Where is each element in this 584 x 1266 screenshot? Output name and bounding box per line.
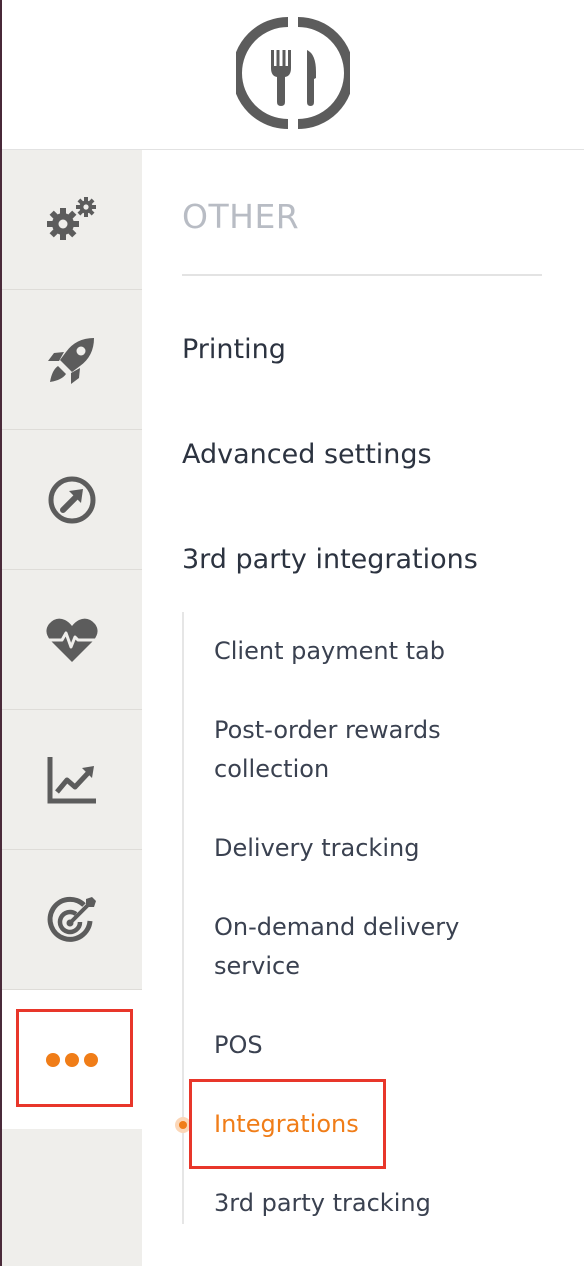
rocket-icon <box>48 337 94 384</box>
submenu-item-integrations[interactable]: Integrations <box>214 1105 514 1144</box>
target-icon <box>47 896 96 942</box>
submenu-item-on-demand-delivery[interactable]: On-demand delivery service <box>214 908 514 986</box>
sidebar-item-marketing[interactable] <box>2 850 142 990</box>
fork-knife-logo-icon[interactable] <box>236 16 350 130</box>
sidebar-item-more[interactable] <box>2 990 142 1129</box>
submenu-item-3rd-party-tracking[interactable]: 3rd party tracking <box>214 1184 514 1223</box>
divider <box>182 274 542 276</box>
menu-item-advanced-settings[interactable]: Advanced settings <box>182 439 432 470</box>
active-indicator <box>175 1117 191 1133</box>
sidebar-item-orders[interactable] <box>2 430 142 570</box>
submenu-item-pos[interactable]: POS <box>214 1026 514 1065</box>
gears-icon <box>47 196 96 240</box>
menu-item-printing[interactable]: Printing <box>182 334 286 365</box>
submenu-item-delivery-tracking[interactable]: Delivery tracking <box>214 829 514 868</box>
heart-pulse-icon <box>46 618 98 662</box>
sidebar-rail <box>2 150 142 1266</box>
sidebar-item-analytics[interactable] <box>2 710 142 850</box>
submenu-item-post-order-rewards[interactable]: Post-order rewards collection <box>214 711 514 789</box>
sidebar-item-health[interactable] <box>2 570 142 710</box>
arrow-circle-icon <box>48 476 96 523</box>
sidebar-item-settings[interactable] <box>2 150 142 290</box>
settings-panel: OTHER Printing Advanced settings 3rd par… <box>142 150 584 1266</box>
header <box>2 0 584 150</box>
more-dots-icon <box>46 1052 98 1067</box>
line-chart-icon <box>47 756 96 803</box>
submenu-item-client-payment-tab[interactable]: Client payment tab <box>214 632 514 671</box>
menu-item-3rd-party-integrations[interactable]: 3rd party integrations <box>182 544 478 575</box>
section-title: OTHER <box>182 197 300 236</box>
sidebar-item-launch[interactable] <box>2 290 142 430</box>
